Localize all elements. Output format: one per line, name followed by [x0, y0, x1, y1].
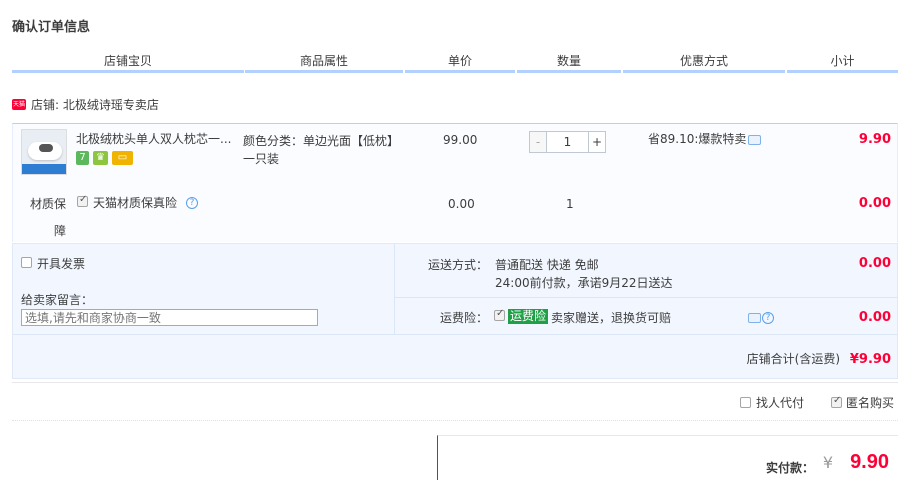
column-header-quantity: 数量 [556, 54, 581, 68]
product-thumbnail[interactable] [21, 129, 67, 175]
freight-insurance-label: 运费险： [440, 311, 489, 325]
freight-insurance-fee: 0.00 [858, 310, 891, 325]
header-divider [405, 70, 515, 73]
column-header-discount: 优惠方式 [679, 54, 728, 68]
message-input[interactable] [21, 309, 318, 326]
insurance-quantity: 1 [566, 197, 574, 211]
insurance-subtotal: 0.00 [858, 196, 891, 211]
sku-color-class: 颜色分类：单边光面【低枕】 [243, 134, 400, 148]
shop-total: 店铺合计(含运费) ¥9.90 [747, 351, 891, 368]
shipping-method: 普通配送 快递 免邮 [495, 258, 599, 272]
help-icon[interactable]: ? [762, 312, 774, 324]
comment-icon[interactable] [748, 135, 761, 145]
freight-insurance-desc: 卖家赠送，退换货可赔 [551, 311, 672, 325]
header-divider [12, 70, 244, 73]
insurance-checkbox[interactable] [77, 194, 88, 207]
divider [12, 420, 898, 421]
anonymous-label: 匿名购买 [846, 396, 895, 410]
page-title: 确认订单信息 [12, 20, 91, 35]
sku-package: 一只装 [243, 152, 280, 166]
shipping-fee: 0.00 [858, 256, 891, 271]
proxy-pay-checkbox[interactable] [740, 397, 751, 408]
divider [395, 297, 897, 298]
insurance-label-cont: 障 [54, 224, 67, 238]
divider [13, 334, 897, 335]
unit-price: 99.00 [443, 133, 478, 147]
comment-icon[interactable] [748, 313, 761, 323]
insurance-option-label: 天猫材质保真险 [93, 196, 178, 210]
divider [394, 244, 395, 334]
shipping-label: 运送方式： [428, 258, 489, 272]
divider [12, 382, 898, 383]
insurance-label: 材质保 [30, 197, 67, 211]
item-subtotal: 9.90 [858, 132, 891, 147]
shop-total-label: 店铺合计(含运费) [746, 352, 841, 366]
anonymous-checkbox[interactable] [831, 395, 842, 408]
proxy-pay-label: 找人代付 [756, 396, 805, 410]
service-guarantee-icon[interactable]: ♛ [93, 151, 108, 165]
insurance-price: 0.00 [448, 197, 475, 211]
message-label: 给卖家留言： [21, 293, 94, 307]
invoice-label: 开具发票 [37, 257, 86, 271]
tmall-shop-icon: 天猫 [12, 99, 26, 110]
header-divider [517, 70, 621, 73]
column-header-attributes: 商品属性 [299, 54, 348, 68]
credit-card-icon[interactable]: ▭ [112, 151, 133, 165]
freight-insurance-checkbox[interactable] [494, 308, 505, 321]
product-attributes: 颜色分类：单边光面【低枕】 一只装 [243, 132, 403, 168]
shop-total-amount: ¥9.90 [849, 352, 891, 367]
freight-insurance-tag: 运费险 [508, 309, 549, 324]
help-icon[interactable]: ? [186, 197, 198, 209]
quantity-input[interactable] [547, 131, 588, 153]
header-divider [787, 70, 898, 73]
quantity-stepper: - + [529, 131, 607, 153]
invoice-checkbox[interactable] [21, 257, 32, 268]
shipping-promise: 24:00前付款，承诺9月22日送达 [495, 276, 673, 290]
quantity-decrease-button[interactable]: - [529, 131, 547, 153]
payment-amount: 9.90 [850, 451, 889, 473]
product-title-link[interactable]: 北极绒枕头单人双人枕芯一... [76, 132, 236, 146]
shop-name-link[interactable]: 店铺: 北极绒诗瑶专卖店 [31, 98, 159, 112]
header-divider [623, 70, 785, 73]
discount-text: 省89.10:爆款特卖 [648, 132, 747, 146]
column-header-shop-item: 店铺宝贝 [103, 54, 152, 68]
column-header-unit-price: 单价 [447, 54, 472, 68]
header-divider [245, 70, 403, 73]
payment-currency: ¥ [822, 453, 833, 472]
payment-label: 实付款： [765, 461, 814, 475]
column-header-subtotal: 小计 [830, 54, 855, 68]
quantity-increase-button[interactable]: + [588, 131, 606, 153]
seven-day-return-icon[interactable]: 7 [76, 151, 89, 165]
